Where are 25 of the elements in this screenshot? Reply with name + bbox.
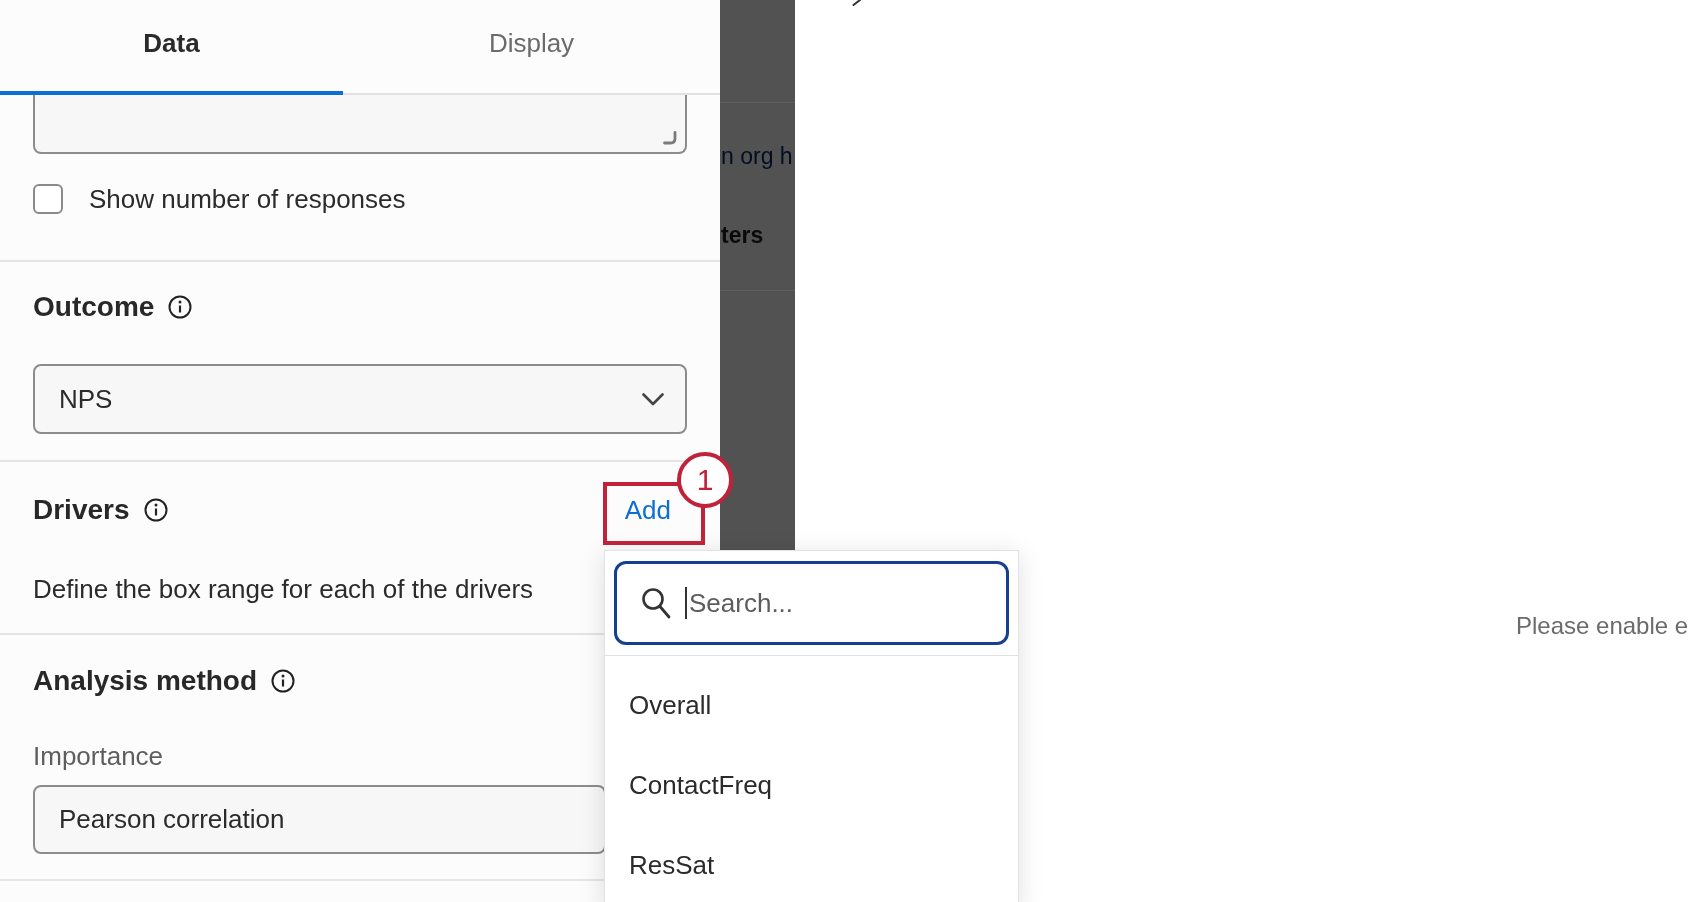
text-area[interactable] bbox=[33, 95, 687, 154]
importance-select[interactable]: Pearson correlation bbox=[33, 785, 606, 854]
description-text: Define the box range for each of the drivers bbox=[33, 573, 534, 606]
chevron-down-icon bbox=[642, 392, 664, 406]
search-field[interactable]: Search... bbox=[614, 561, 1009, 645]
checkbox[interactable] bbox=[33, 184, 63, 214]
info-icon[interactable] bbox=[143, 498, 168, 522]
notice-text: Please enable e bbox=[1516, 611, 1689, 641]
field-label: Importance bbox=[33, 740, 164, 773]
checkbox-label: Show number of responses bbox=[89, 183, 406, 216]
dimmed-link-text: n org h bbox=[721, 142, 793, 171]
section-heading: Drivers bbox=[33, 493, 130, 527]
dimmed-heading-text: ters bbox=[721, 221, 764, 250]
search-icon bbox=[641, 587, 671, 619]
menu-option[interactable]: ResSat bbox=[605, 825, 1018, 902]
outcome-select[interactable]: NPS bbox=[33, 364, 687, 434]
section-heading: Analysis method bbox=[33, 664, 258, 698]
section-heading: Outcome bbox=[33, 290, 155, 324]
text-cursor-icon bbox=[685, 587, 687, 619]
chevron-icon bbox=[852, 0, 861, 6]
menu-option[interactable]: ContactFreq bbox=[605, 745, 1018, 825]
menu-option[interactable]: Overall bbox=[605, 665, 1018, 745]
info-icon[interactable] bbox=[168, 295, 193, 319]
info-icon[interactable] bbox=[271, 669, 296, 693]
resize-handle-icon[interactable] bbox=[663, 131, 677, 145]
